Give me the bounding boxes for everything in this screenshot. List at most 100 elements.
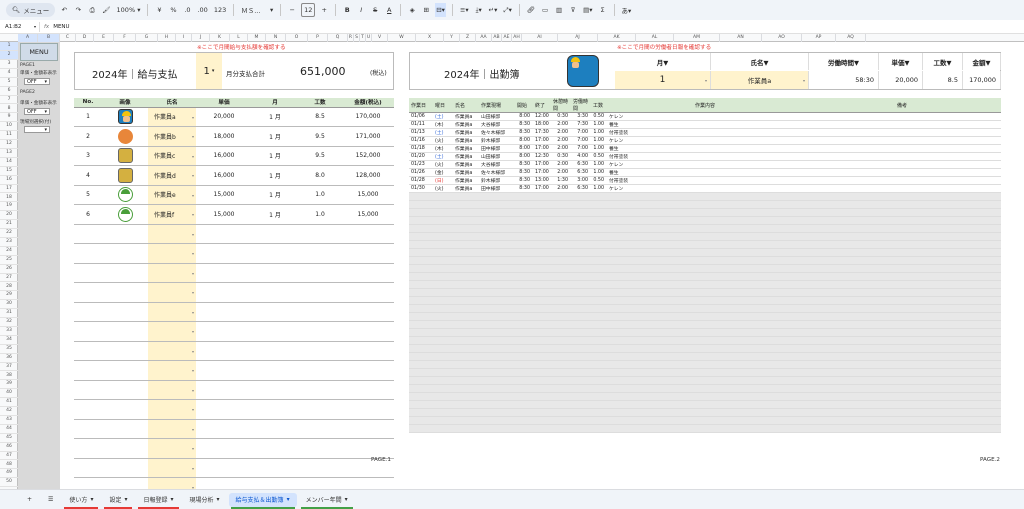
- worker-name-select[interactable]: ▾: [148, 360, 196, 381]
- row-header[interactable]: 47: [0, 452, 18, 461]
- row-header[interactable]: 24: [0, 247, 18, 256]
- borders-icon[interactable]: ⊞: [421, 3, 431, 17]
- worker-name-select[interactable]: 作業員c ▾: [148, 146, 196, 166]
- font-select[interactable]: ＭＳ... ▾: [240, 3, 274, 17]
- row-header[interactable]: 50: [0, 478, 18, 488]
- row-header[interactable]: 30: [0, 300, 18, 310]
- column-header[interactable]: AO: [762, 34, 802, 42]
- text-wrap-icon[interactable]: ↵▾: [488, 3, 499, 17]
- column-header[interactable]: X: [416, 34, 444, 42]
- align-vertical-icon[interactable]: ⤓▾: [474, 3, 484, 17]
- cell-date[interactable]: [409, 384, 433, 393]
- cell-date[interactable]: [409, 240, 433, 249]
- italic-icon[interactable]: I: [356, 3, 366, 17]
- summary-value[interactable]: 作業員a ▾: [711, 71, 809, 89]
- worker-name-select[interactable]: ▾: [148, 380, 196, 400]
- print-icon[interactable]: ⎙: [87, 3, 97, 17]
- worker-name-select[interactable]: 作業員f ▾: [148, 204, 196, 225]
- row-header[interactable]: 43: [0, 416, 18, 425]
- worker-name-select[interactable]: ▾: [148, 438, 196, 459]
- row-header[interactable]: 33: [0, 327, 18, 336]
- worker-name-select[interactable]: 作業員b ▾: [148, 126, 196, 147]
- align-horizontal-icon[interactable]: ≡▾: [459, 3, 470, 17]
- redo-icon[interactable]: ↷: [73, 3, 83, 17]
- cell-date[interactable]: 01/30: [409, 184, 433, 193]
- column-header[interactable]: A: [18, 34, 38, 42]
- cell-date[interactable]: [409, 328, 433, 337]
- summary-value[interactable]: 1 ▾: [615, 71, 711, 89]
- cell-date[interactable]: [409, 296, 433, 305]
- row-header[interactable]: 1: [0, 42, 18, 51]
- column-header[interactable]: AE: [502, 34, 512, 42]
- paint-format-icon[interactable]: 🖌︎: [101, 3, 111, 17]
- column-header[interactable]: B: [38, 34, 60, 42]
- name-box[interactable]: A1:B2 ▾: [0, 21, 40, 32]
- cell-date[interactable]: [409, 400, 433, 409]
- column-header[interactable]: Z: [460, 34, 476, 42]
- worker-name-select[interactable]: ▾: [148, 302, 196, 322]
- cell-date[interactable]: 01/26: [409, 168, 433, 177]
- cell-date[interactable]: [409, 392, 433, 401]
- row-header[interactable]: 14: [0, 158, 18, 167]
- percent-button[interactable]: %: [168, 3, 178, 17]
- worker-name-select[interactable]: ▾: [148, 419, 196, 439]
- row-header[interactable]: 20: [0, 211, 18, 221]
- column-header[interactable]: AL: [636, 34, 674, 42]
- column-header[interactable]: AH: [512, 34, 522, 42]
- cell-date[interactable]: [409, 232, 433, 241]
- row-header[interactable]: 7: [0, 96, 18, 105]
- row-header[interactable]: 34: [0, 336, 18, 345]
- chart-icon[interactable]: ▥: [554, 3, 564, 17]
- functions-icon[interactable]: Σ: [598, 3, 608, 17]
- row-header[interactable]: 44: [0, 425, 18, 434]
- cell-date[interactable]: [409, 376, 433, 385]
- column-header[interactable]: L: [230, 34, 248, 42]
- worker-name-select[interactable]: ▾: [148, 321, 196, 342]
- menu-button[interactable]: MENU: [20, 43, 58, 61]
- cell-date[interactable]: [409, 208, 433, 217]
- merge-cells-icon[interactable]: ⊟▾: [435, 3, 446, 17]
- worker-name-select[interactable]: ▾: [148, 341, 196, 361]
- row-header[interactable]: 3: [0, 60, 18, 69]
- row-header[interactable]: 6: [0, 87, 18, 96]
- column-header[interactable]: P: [308, 34, 328, 42]
- sheet-tab[interactable]: 現場分析 ▾: [183, 493, 227, 507]
- worker-name-select[interactable]: 作業員d ▾: [148, 165, 196, 186]
- row-header[interactable]: 49: [0, 469, 18, 479]
- cell-date[interactable]: [409, 216, 433, 225]
- column-header[interactable]: O: [286, 34, 308, 42]
- formula-input[interactable]: MENU: [53, 24, 1024, 30]
- cell-date[interactable]: 01/11: [409, 120, 433, 129]
- row-header[interactable]: 27: [0, 274, 18, 283]
- site-select[interactable]: ▾: [24, 126, 50, 133]
- cell-date[interactable]: [409, 344, 433, 353]
- row-header[interactable]: 48: [0, 461, 18, 470]
- row-header[interactable]: 23: [0, 238, 18, 247]
- column-header[interactable]: G: [136, 34, 158, 42]
- cell-date[interactable]: 01/06: [409, 112, 433, 121]
- row-header[interactable]: 38: [0, 372, 18, 381]
- row-header[interactable]: 22: [0, 229, 18, 238]
- cell-date[interactable]: [409, 272, 433, 281]
- cell-date[interactable]: [409, 408, 433, 417]
- row-header[interactable]: 4: [0, 69, 18, 78]
- sheet-tab[interactable]: 使い方 ▾: [62, 493, 100, 509]
- column-header[interactable]: AM: [674, 34, 720, 42]
- bold-icon[interactable]: B: [342, 3, 352, 17]
- row-header[interactable]: 40: [0, 389, 18, 399]
- row-header[interactable]: 46: [0, 443, 18, 452]
- column-header[interactable]: E: [94, 34, 114, 42]
- row-header[interactable]: 41: [0, 398, 18, 408]
- add-sheet-icon[interactable]: +: [20, 493, 39, 507]
- row-header[interactable]: 5: [0, 78, 18, 87]
- row-header[interactable]: 21: [0, 220, 18, 230]
- text-rotate-icon[interactable]: ⤢▾: [502, 3, 512, 17]
- row-header[interactable]: 19: [0, 202, 18, 212]
- row-header[interactable]: 9: [0, 113, 18, 123]
- worker-name-select[interactable]: 作業員a ▾: [148, 107, 196, 127]
- cell-date[interactable]: [409, 312, 433, 321]
- column-header[interactable]: F: [114, 34, 136, 42]
- cell-date[interactable]: [409, 320, 433, 329]
- zoom-select[interactable]: 100% ▾: [116, 3, 142, 17]
- comment-icon[interactable]: ▭: [540, 3, 550, 17]
